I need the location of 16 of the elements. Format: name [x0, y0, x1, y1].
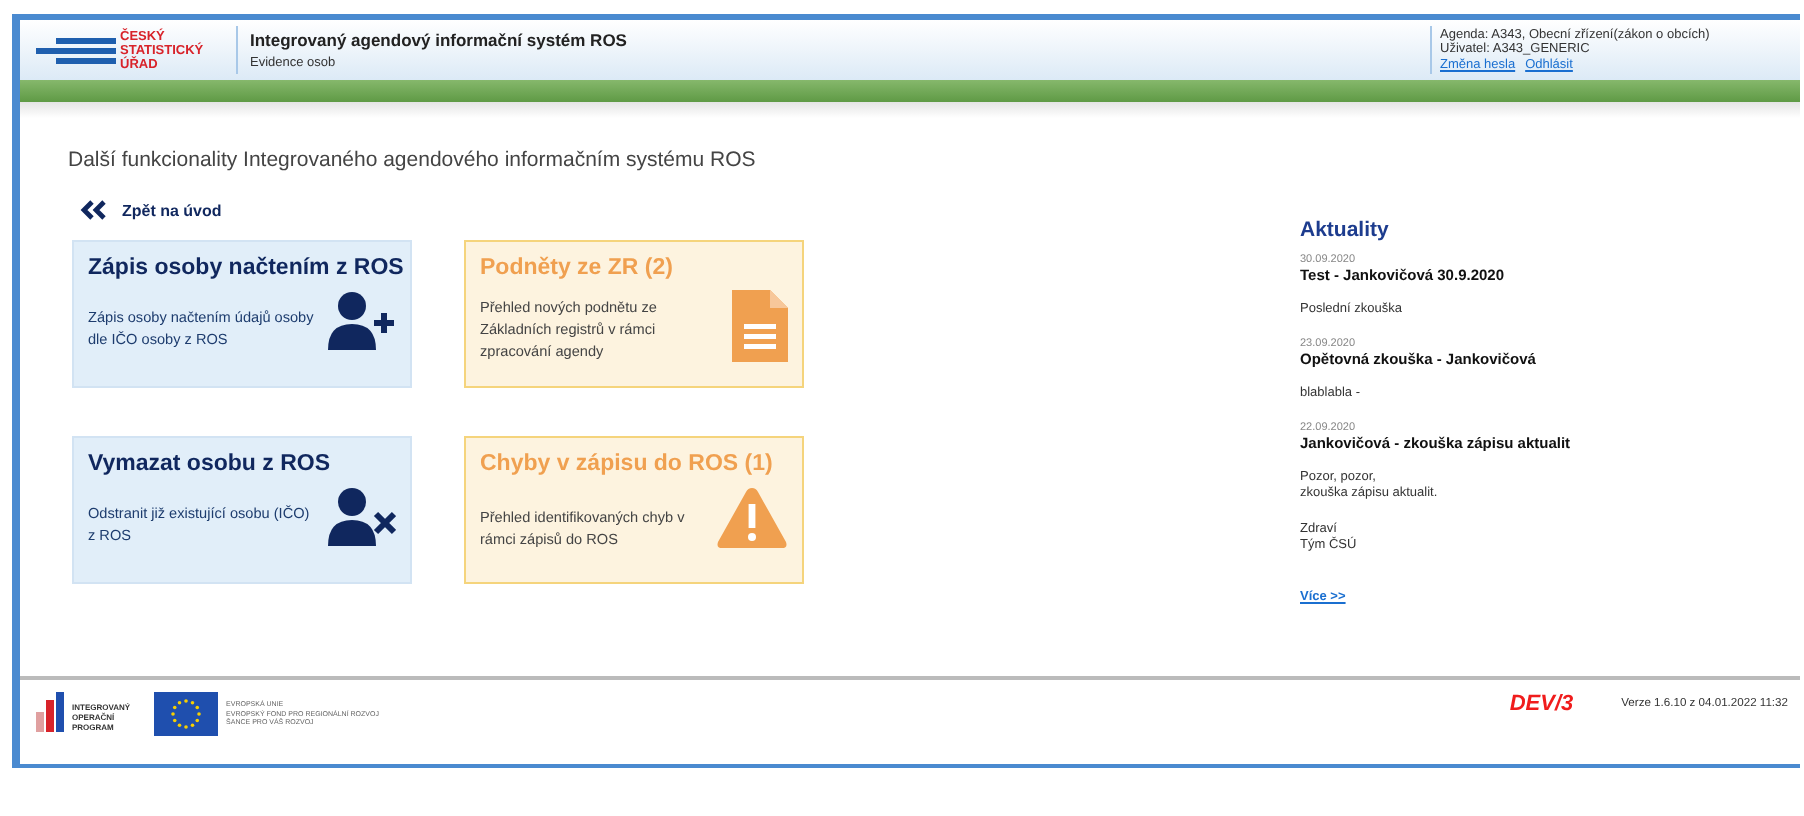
double-chevron-icon[interactable]: [80, 200, 106, 220]
tile-title: Chyby v zápisu do ROS (1): [480, 452, 775, 476]
back-link[interactable]: Zpět na úvod: [122, 201, 222, 219]
remove-person-icon: [328, 486, 396, 546]
page-title: Další funkcionality Integrovaného agendového informačním systému ROS: [68, 148, 758, 172]
logo-icon: [36, 37, 116, 63]
add-person-icon: [328, 290, 396, 350]
document-icon: [732, 290, 788, 362]
eu-flag-icon: [154, 692, 219, 736]
tile-title: Vymazat osobu z ROS: [88, 452, 332, 476]
environment-label: DEV/3: [1509, 692, 1574, 716]
news-heading: Aktuality: [1300, 218, 1391, 242]
app-title: Integrovaný agendový informační systém ROS: [250, 30, 629, 50]
bar-chart-logo-icon: [36, 692, 64, 732]
tile-title: Podněty ze ZR (2): [480, 256, 675, 280]
warning-icon: [716, 486, 788, 550]
